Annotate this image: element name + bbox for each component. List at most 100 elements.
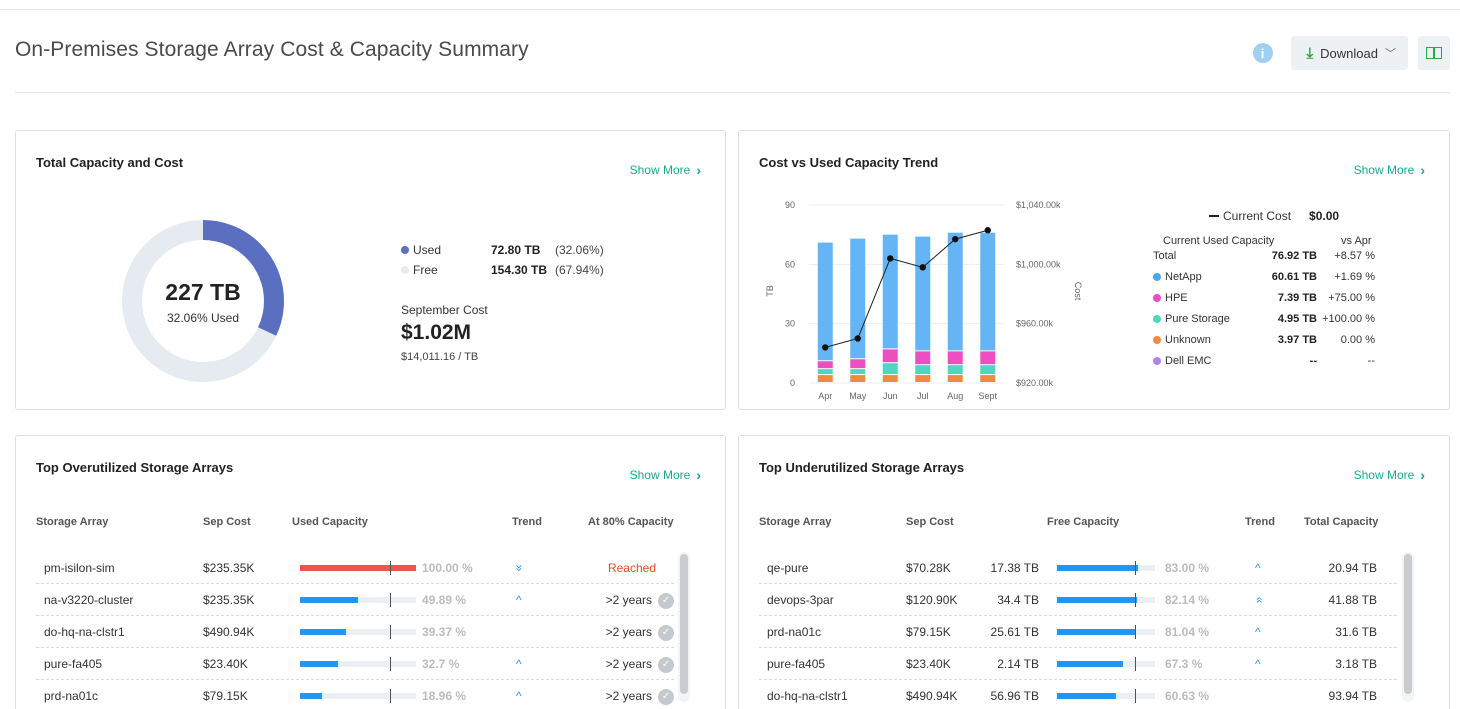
trend-chart: TB Cost 0 30 60 90 $920.00k $960.00k $1,000.00… bbox=[765, 200, 1083, 401]
col-sep-cost[interactable]: Sep Cost bbox=[203, 516, 251, 528]
left-tick-label: 30 bbox=[785, 319, 795, 329]
threshold-marker bbox=[390, 625, 391, 639]
threshold-marker bbox=[1135, 625, 1136, 639]
array-name: pm-isilon-sim bbox=[44, 561, 115, 575]
free-capacity-bar bbox=[1057, 689, 1155, 703]
download-label: Download bbox=[1320, 45, 1378, 61]
trend-up-icon: ^ bbox=[516, 657, 522, 671]
sep-cost: $79.15K bbox=[203, 689, 248, 703]
legend-free-pct: (67.94%) bbox=[555, 263, 604, 277]
underutilized-show-more-link[interactable]: Show More › bbox=[1354, 467, 1425, 483]
table-row[interactable]: prd-na01c $79.15K 18.96 % ^ >2 years ✓ bbox=[36, 680, 674, 709]
chevron-right-icon: › bbox=[696, 162, 701, 178]
series-dot-icon bbox=[1153, 357, 1161, 365]
capacity-status: >2 years ✓ bbox=[574, 584, 674, 616]
col-trend[interactable]: Trend bbox=[1245, 516, 1275, 528]
free-capacity-bar bbox=[1057, 657, 1155, 671]
used-capacity-bar bbox=[300, 593, 416, 607]
table-row[interactable]: devops-3par $120.90K 34.4 TB 82.14 % » 41.88 … bbox=[759, 584, 1397, 616]
left-tick-label: 0 bbox=[790, 378, 795, 388]
array-name: pure-fa405 bbox=[767, 657, 826, 671]
free-percent: 83.00 % bbox=[1165, 561, 1210, 575]
check-circle-icon: ✓ bbox=[658, 656, 674, 673]
series-dot-icon bbox=[1153, 273, 1161, 281]
overutilized-card: Top Overutilized Storage Arrays Show Mor… bbox=[15, 435, 726, 709]
bar-segment bbox=[882, 363, 898, 375]
x-tick-label: Jul bbox=[917, 391, 929, 401]
cost-line bbox=[825, 229, 988, 348]
array-name: do-hq-na-clstr1 bbox=[767, 689, 848, 703]
check-circle-icon: ✓ bbox=[658, 592, 674, 609]
array-name: devops-3par bbox=[767, 593, 834, 607]
table-row[interactable]: do-hq-na-clstr1 $490.94K 39.37 % >2 years ✓ bbox=[36, 616, 674, 648]
capacity-donut: 227 TB 32.06% Used bbox=[119, 211, 287, 391]
array-name: do-hq-na-clstr1 bbox=[44, 625, 125, 639]
col-total-capacity[interactable]: Total Capacity bbox=[1304, 516, 1378, 528]
series-change: +1.69 % bbox=[1334, 271, 1375, 283]
table-row[interactable]: pure-fa405 $23.40K 2.14 TB 67.3 % ^ 3.18 TB bbox=[759, 648, 1397, 680]
scrollbar-thumb[interactable] bbox=[680, 554, 688, 694]
trend-up-icon: ^ bbox=[516, 593, 522, 607]
top-divider bbox=[0, 9, 1460, 10]
col-storage-array[interactable]: Storage Array bbox=[759, 516, 831, 528]
used-percent: 32.7 % bbox=[422, 657, 460, 671]
series-name: Unknown bbox=[1165, 334, 1211, 346]
right-tick-label: $1,040.00k bbox=[1016, 200, 1061, 210]
threshold-marker bbox=[390, 657, 391, 671]
series-change: -- bbox=[1367, 355, 1375, 367]
col-used-capacity[interactable]: Used Capacity bbox=[292, 516, 368, 528]
cost-point bbox=[952, 235, 959, 243]
table-row[interactable]: prd-na01c $79.15K 25.61 TB 81.04 % ^ 31.6 TB bbox=[759, 616, 1397, 648]
total-capacity: 20.94 TB bbox=[1328, 561, 1377, 575]
left-axis-label: TB bbox=[765, 285, 775, 297]
download-button[interactable]: ⤓ Download ﹀ bbox=[1290, 36, 1408, 70]
capacity-show-more-link[interactable]: Show More › bbox=[630, 162, 701, 178]
bar-segment bbox=[915, 365, 931, 375]
col-storage-array[interactable]: Storage Array bbox=[36, 516, 108, 528]
trend-show-more-link[interactable]: Show More › bbox=[1354, 162, 1425, 178]
capacity-status: >2 years ✓ bbox=[574, 616, 674, 648]
cost-per-tb: $14,011.16 / TB bbox=[401, 351, 479, 363]
threshold-marker bbox=[390, 593, 391, 607]
col-at-80-capacity[interactable]: At 80% Capacity bbox=[588, 516, 674, 528]
used-capacity-bar bbox=[300, 561, 416, 575]
capacity-card: Total Capacity and Cost Show More › 227 … bbox=[15, 130, 726, 410]
threshold-marker bbox=[1135, 657, 1136, 671]
status-text: >2 years bbox=[605, 625, 652, 639]
col-free-capacity[interactable]: Free Capacity bbox=[1047, 516, 1119, 528]
scrollbar-thumb[interactable] bbox=[1404, 554, 1412, 694]
array-name: na-v3220-cluster bbox=[44, 593, 134, 607]
series-name: HPE bbox=[1165, 292, 1188, 304]
show-more-label: Show More bbox=[1353, 163, 1415, 177]
used-capacity-fill bbox=[300, 565, 416, 571]
trend-up-icon: ^ bbox=[1255, 625, 1261, 639]
col-sep-cost[interactable]: Sep Cost bbox=[906, 516, 954, 528]
bar-segment bbox=[947, 232, 963, 351]
bar-segment bbox=[850, 369, 866, 375]
trend-legend-name: Dell EMC bbox=[1153, 355, 1211, 367]
x-tick-label: Apr bbox=[818, 391, 832, 401]
chevron-right-icon: › bbox=[1420, 467, 1425, 483]
overutilized-show-more-link[interactable]: Show More › bbox=[630, 467, 701, 483]
table-row[interactable]: do-hq-na-clstr1 $490.94K 56.96 TB 60.63 % 93… bbox=[759, 680, 1397, 709]
bar-segment bbox=[882, 375, 898, 382]
table-row[interactable]: qe-pure $70.28K 17.38 TB 83.00 % ^ 20.94 TB bbox=[759, 552, 1397, 584]
right-axis-label: Cost bbox=[1073, 282, 1083, 301]
cost-label: September Cost bbox=[401, 303, 488, 317]
free-dot-icon bbox=[401, 266, 409, 274]
array-name: qe-pure bbox=[767, 561, 809, 575]
table-row[interactable]: na-v3220-cluster $235.35K 49.89 % ^ >2 years… bbox=[36, 584, 674, 616]
table-row[interactable]: pm-isilon-sim $235.35K 100.00 % » Reached bbox=[36, 552, 674, 584]
bar-segment bbox=[980, 351, 996, 365]
free-tb: 17.38 TB bbox=[990, 561, 1039, 575]
bar-segment bbox=[915, 351, 931, 365]
used-capacity-bar bbox=[300, 689, 416, 703]
col-trend[interactable]: Trend bbox=[512, 516, 542, 528]
capacity-card-title: Total Capacity and Cost bbox=[36, 155, 184, 170]
info-icon[interactable]: i bbox=[1252, 43, 1273, 63]
free-capacity-bar bbox=[1057, 625, 1155, 639]
view-toggle-button[interactable] bbox=[1418, 36, 1450, 70]
table-row[interactable]: pure-fa405 $23.40K 32.7 % ^ >2 years ✓ bbox=[36, 648, 674, 680]
bar-segment bbox=[817, 242, 833, 361]
free-capacity-fill bbox=[1057, 693, 1117, 699]
